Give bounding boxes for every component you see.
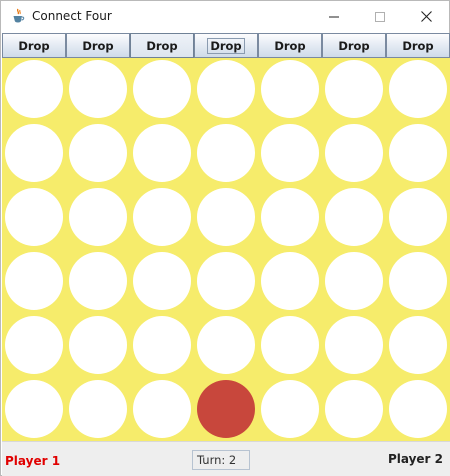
board-cell (389, 252, 447, 310)
drop-button-label: Drop (18, 38, 50, 53)
drop-button-label: Drop (274, 38, 306, 53)
board-cell (261, 316, 319, 374)
board-cell (197, 60, 255, 118)
board-cell (261, 188, 319, 246)
board-cell (325, 60, 383, 118)
turn-indicator: Turn: 2 (192, 450, 250, 470)
board-cell (325, 252, 383, 310)
board-cell (261, 60, 319, 118)
minimize-button[interactable] (311, 1, 357, 32)
board-cell (5, 316, 63, 374)
drop-button-label: Drop (207, 37, 245, 54)
drop-button-col-6[interactable]: Drop (322, 33, 386, 58)
board-cell (69, 60, 127, 118)
board-cell (133, 252, 191, 310)
red-piece (197, 380, 255, 438)
board-cell (69, 380, 127, 438)
close-button[interactable] (403, 1, 449, 32)
board-cell (69, 188, 127, 246)
status-bar: Player 1 Turn: 2 Player 2 (2, 441, 450, 476)
board-cell (325, 124, 383, 182)
board-cell (197, 252, 255, 310)
board-cell (5, 60, 63, 118)
board-cell (69, 316, 127, 374)
board-cell (261, 124, 319, 182)
board-cell (5, 188, 63, 246)
java-cup-icon (13, 8, 25, 23)
board-cell (389, 380, 447, 438)
board-cell (133, 124, 191, 182)
drop-button-label: Drop (338, 38, 370, 53)
player1-label: Player 1 (5, 454, 61, 468)
board-cell (133, 380, 191, 438)
close-icon (420, 11, 432, 22)
player2-label: Player 2 (387, 452, 443, 466)
board-cell (69, 124, 127, 182)
board-cell (197, 188, 255, 246)
window-title: Connect Four (32, 9, 112, 23)
maximize-button[interactable] (357, 1, 403, 32)
board-cell (197, 316, 255, 374)
drop-button-label: Drop (82, 38, 114, 53)
drop-button-label: Drop (402, 38, 434, 53)
board-cell (389, 188, 447, 246)
board-cell (389, 60, 447, 118)
board-cell (133, 316, 191, 374)
board-cell (261, 380, 319, 438)
drop-button-col-3[interactable]: Drop (130, 33, 194, 58)
board-cell (325, 380, 383, 438)
drop-button-col-5[interactable]: Drop (258, 33, 322, 58)
maximize-icon (375, 11, 385, 22)
board-cell (389, 316, 447, 374)
board-cell (197, 124, 255, 182)
drop-button-row: Drop Drop Drop Drop Drop Drop Drop (2, 33, 450, 58)
board-cell (389, 124, 447, 182)
board-cell (5, 380, 63, 438)
board-cell (5, 124, 63, 182)
board-cell (69, 252, 127, 310)
title-bar: Connect Four (1, 1, 449, 32)
drop-button-label: Drop (146, 38, 178, 53)
drop-button-col-7[interactable]: Drop (386, 33, 450, 58)
drop-button-col-2[interactable]: Drop (66, 33, 130, 58)
connect-four-window: Connect Four Drop Drop Drop Drop Drop Dr… (0, 0, 450, 476)
board-cell (325, 316, 383, 374)
drop-button-col-1[interactable]: Drop (2, 33, 66, 58)
minimize-icon (329, 16, 339, 17)
game-board (2, 58, 450, 441)
board-cell (133, 188, 191, 246)
board-cell (133, 60, 191, 118)
board-cell (325, 188, 383, 246)
drop-button-col-4[interactable]: Drop (194, 33, 258, 58)
board-cell (261, 252, 319, 310)
board-cell (5, 252, 63, 310)
